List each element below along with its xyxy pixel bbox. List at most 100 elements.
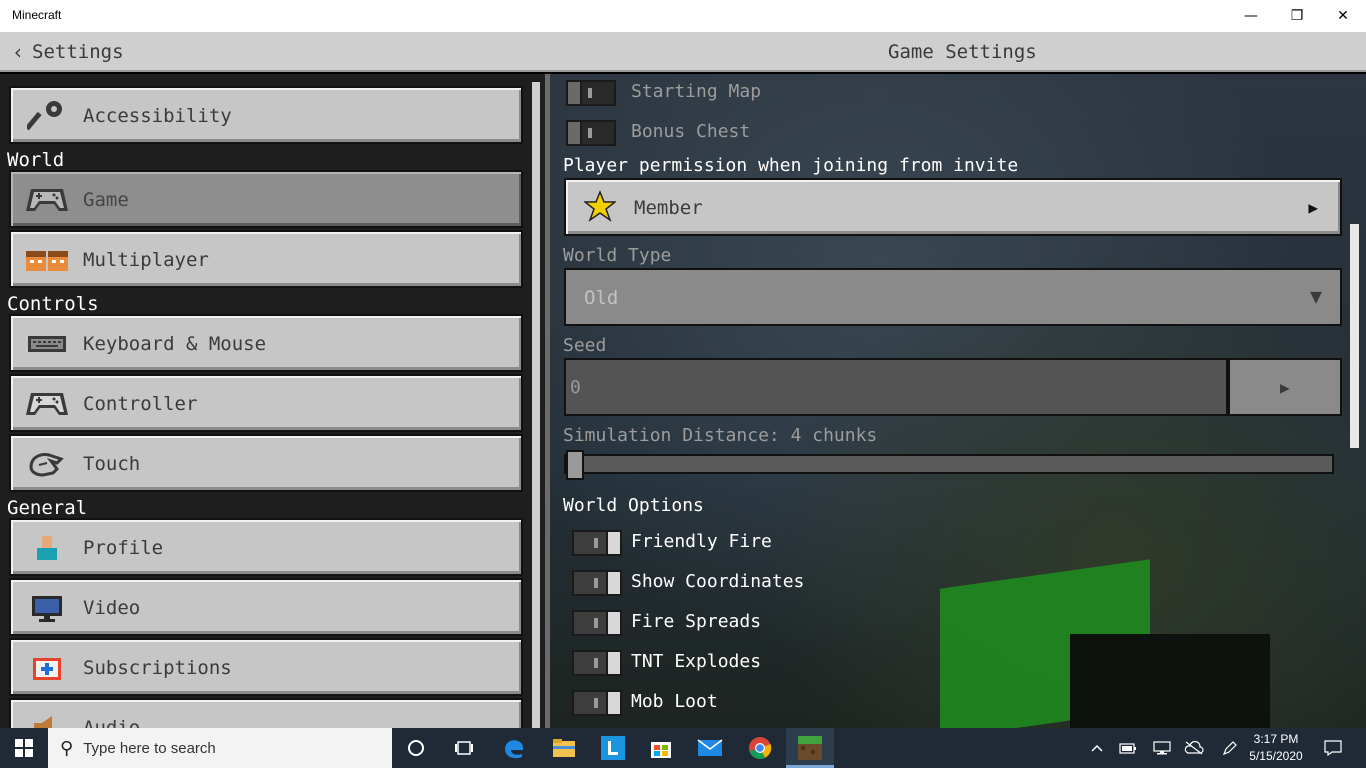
sidebar-item-touch[interactable]: Touch xyxy=(9,434,523,492)
game-settings-panel: Starting Map Bonus Chest Player permissi… xyxy=(550,74,1366,728)
settings-header: ‹ Settings Game Settings xyxy=(0,32,1366,72)
windows-start-icon[interactable] xyxy=(0,728,48,768)
simulation-distance-label: Simulation Distance: 4 chunks xyxy=(563,425,878,446)
keyboard-icon xyxy=(25,328,69,360)
minecraft-icon[interactable] xyxy=(786,728,834,768)
star-icon xyxy=(582,189,618,226)
mob-loot-toggle[interactable] xyxy=(572,690,622,716)
sidebar-item-profile[interactable]: Profile xyxy=(9,518,523,576)
page-title: Game Settings xyxy=(888,41,1037,63)
subscriptions-icon xyxy=(25,652,69,684)
sidebar-item-subscriptions[interactable]: Subscriptions xyxy=(9,638,523,696)
edge-icon[interactable] xyxy=(490,728,538,768)
show-coordinates-label: Show Coordinates xyxy=(631,571,805,592)
bonus-chest-toggle[interactable] xyxy=(566,120,616,146)
show-coordinates-toggle[interactable] xyxy=(572,570,622,596)
search-icon: ⚲ xyxy=(60,737,74,759)
player-permission-dropdown[interactable]: Member ▶ xyxy=(564,178,1342,236)
file-explorer-icon[interactable] xyxy=(540,728,588,768)
sidebar-item-label: Touch xyxy=(83,453,141,475)
controller-icon xyxy=(25,388,69,420)
sidebar-item-audio[interactable]: Audio xyxy=(9,698,523,728)
battery-icon[interactable] xyxy=(1116,728,1140,768)
sidebar-item-label: Video xyxy=(83,597,141,619)
taskbar: ⚲ 3:17 PM 5/15/2020 xyxy=(0,728,1366,768)
player-permission-heading: Player permission when joining from invi… xyxy=(563,155,1019,176)
sidebar-item-label: Audio xyxy=(83,717,141,728)
sidebar-item-label: Multiplayer xyxy=(83,249,209,271)
minimize-button[interactable]: — xyxy=(1228,0,1274,32)
clock-date: 5/15/2020 xyxy=(1249,749,1303,763)
search-input[interactable] xyxy=(81,738,366,758)
section-heading-world: World xyxy=(7,149,65,171)
world-type-value: Old xyxy=(584,287,619,309)
chrome-icon[interactable] xyxy=(736,728,784,768)
fire-spreads-label: Fire Spreads xyxy=(631,611,762,632)
world-options-heading: World Options xyxy=(563,495,704,516)
slider-thumb[interactable] xyxy=(566,450,584,480)
chevron-right-icon: ▶ xyxy=(1308,198,1318,217)
bonus-chest-label: Bonus Chest xyxy=(631,121,751,142)
fire-spreads-toggle[interactable] xyxy=(572,610,622,636)
starting-map-toggle[interactable] xyxy=(566,80,616,106)
clock-time: 3:17 PM xyxy=(1253,732,1299,746)
players-icon xyxy=(25,244,69,276)
starting-map-label: Starting Map xyxy=(631,81,762,102)
taskbar-clock[interactable]: 3:17 PM 5/15/2020 xyxy=(1244,731,1308,765)
window-title: Minecraft xyxy=(12,8,62,22)
simulation-distance-slider[interactable] xyxy=(564,450,1334,480)
sidebar-item-label: Game xyxy=(83,189,129,211)
store-icon[interactable] xyxy=(637,728,685,768)
player-permission-value: Member xyxy=(634,197,703,219)
cortana-icon[interactable] xyxy=(392,728,440,768)
tnt-explodes-label: TNT Explodes xyxy=(631,651,762,672)
l-app-icon[interactable] xyxy=(589,728,637,768)
mail-icon[interactable] xyxy=(686,728,734,768)
tnt-explodes-toggle[interactable] xyxy=(572,650,622,676)
sidebar-item-multiplayer[interactable]: Multiplayer xyxy=(9,230,523,288)
section-heading-general: General xyxy=(7,497,88,519)
sidebar-item-label: Accessibility xyxy=(83,105,232,127)
profile-icon xyxy=(25,532,69,564)
sidebar-item-label: Profile xyxy=(83,537,164,559)
sidebar-item-label: Keyboard & Mouse xyxy=(83,333,267,355)
sidebar-item-label: Subscriptions xyxy=(83,657,232,679)
speaker-icon xyxy=(25,712,69,728)
background-world-shadow xyxy=(1070,634,1270,728)
window-titlebar: Minecraft — ❐ ✕ xyxy=(0,0,1366,32)
monitor-icon xyxy=(25,592,69,624)
friendly-fire-toggle[interactable] xyxy=(572,530,622,556)
gamepad-icon xyxy=(25,184,69,216)
pen-icon[interactable] xyxy=(1218,728,1242,768)
world-type-heading: World Type xyxy=(563,245,672,266)
friendly-fire-label: Friendly Fire xyxy=(631,531,772,552)
seed-input[interactable] xyxy=(564,358,1228,416)
world-type-dropdown[interactable]: Old ▼ xyxy=(564,268,1342,326)
chevron-down-icon: ▼ xyxy=(1309,284,1322,308)
chevron-right-icon: ▶ xyxy=(1280,378,1290,397)
taskbar-search[interactable]: ⚲ xyxy=(48,728,392,768)
sidebar-item-controller[interactable]: Controller xyxy=(9,374,523,432)
chevron-left-icon: ‹ xyxy=(12,40,25,64)
sidebar-item-accessibility[interactable]: Accessibility xyxy=(9,86,523,144)
key-icon xyxy=(25,100,69,132)
section-heading-controls: Controls xyxy=(7,293,99,315)
task-view-icon[interactable] xyxy=(440,728,488,768)
back-button[interactable]: ‹ Settings xyxy=(12,40,124,64)
touch-icon xyxy=(25,448,69,480)
settings-scrollbar[interactable] xyxy=(1350,224,1359,448)
sidebar-scrollbar[interactable] xyxy=(532,82,540,728)
onedrive-icon[interactable] xyxy=(1182,728,1206,768)
close-button[interactable]: ✕ xyxy=(1320,0,1366,32)
network-icon[interactable] xyxy=(1150,728,1174,768)
sidebar-item-label: Controller xyxy=(83,393,198,415)
chevron-up-icon[interactable] xyxy=(1086,728,1108,768)
sidebar-item-video[interactable]: Video xyxy=(9,578,523,636)
notification-icon[interactable] xyxy=(1320,728,1346,768)
seed-picker-button[interactable]: ▶ xyxy=(1228,358,1342,416)
sidebar-item-keyboard-mouse[interactable]: Keyboard & Mouse xyxy=(9,314,523,372)
settings-sidebar: Accessibility World Game Multiplayer Con… xyxy=(0,74,550,728)
mob-loot-label: Mob Loot xyxy=(631,691,718,712)
sidebar-item-game[interactable]: Game xyxy=(9,170,523,228)
restore-button[interactable]: ❐ xyxy=(1274,0,1320,32)
